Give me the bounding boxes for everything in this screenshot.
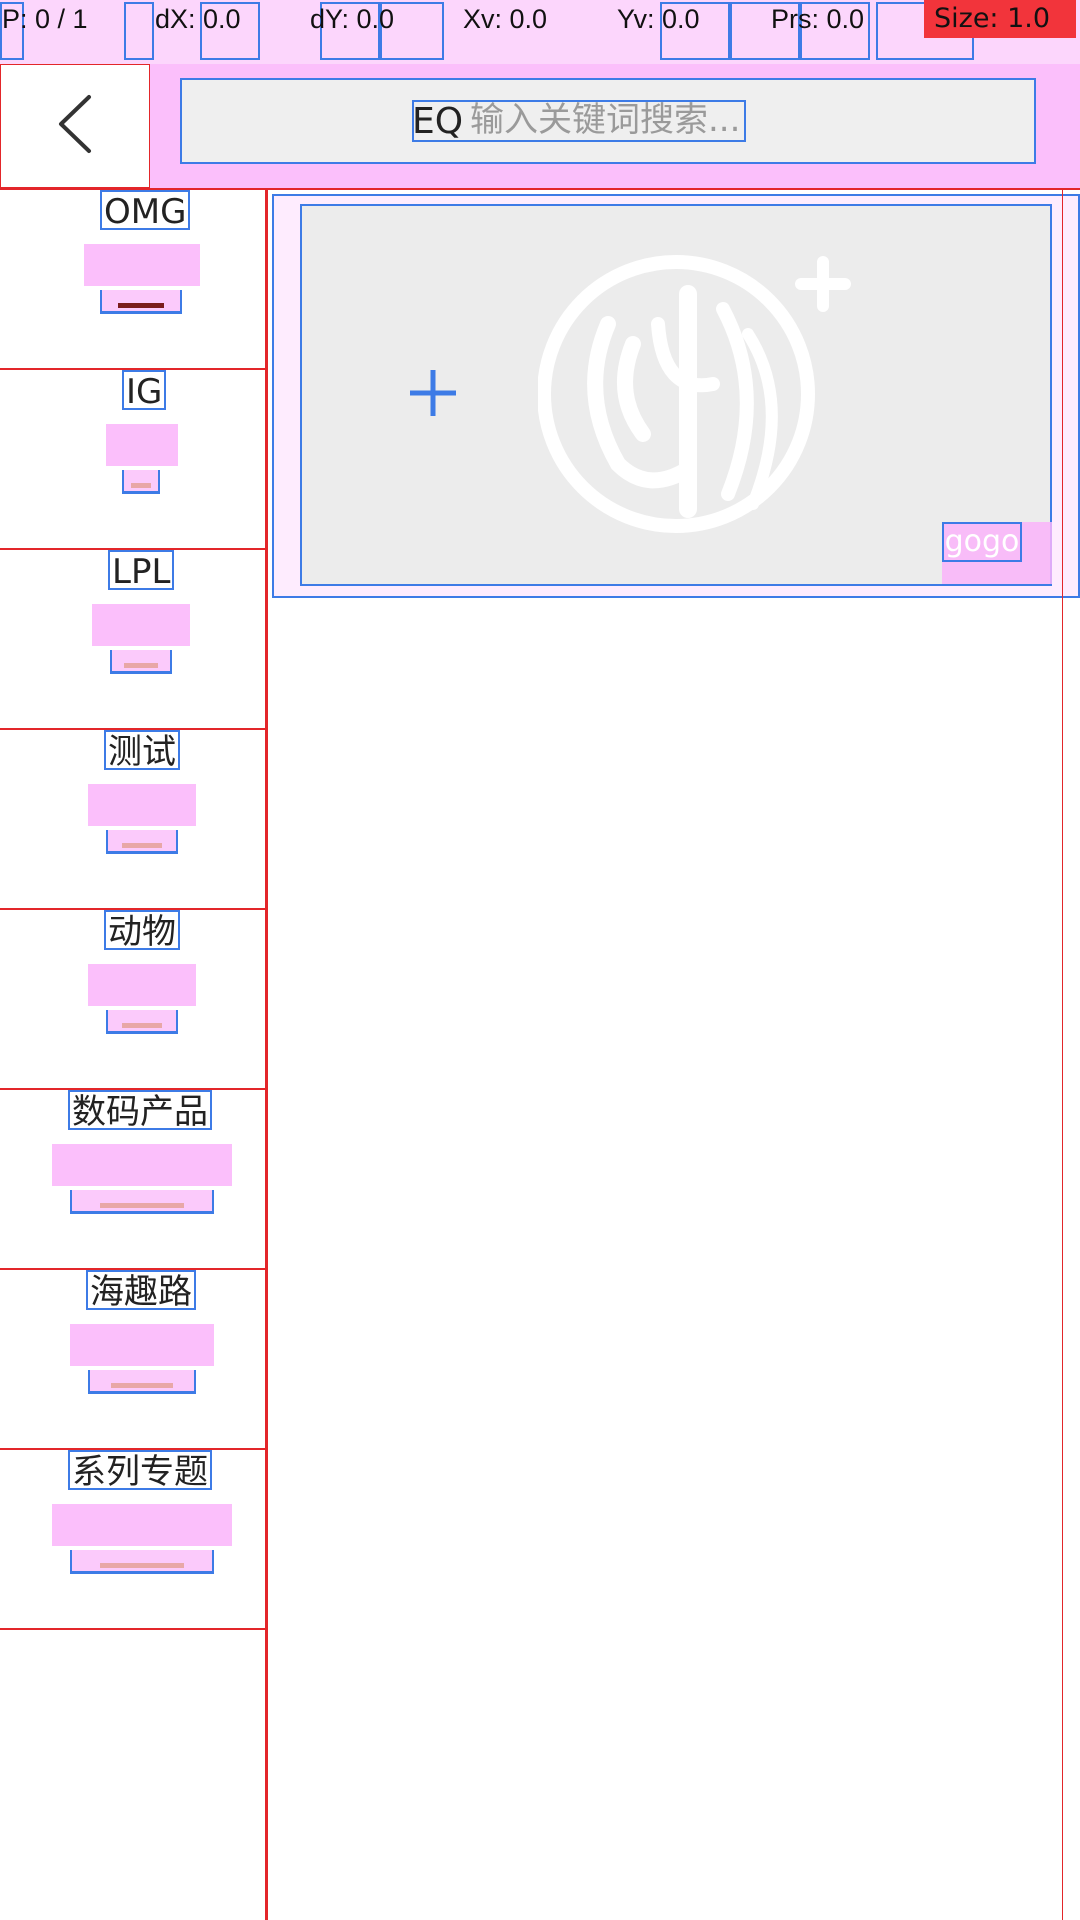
debug-pointer: P: 0 / 1 bbox=[2, 4, 88, 34]
category-label-bg bbox=[88, 964, 196, 1006]
category-item[interactable]: IG bbox=[0, 370, 268, 550]
category-label: 系列专题 bbox=[68, 1450, 212, 1492]
brand-logo bbox=[538, 255, 851, 533]
debug-box bbox=[124, 2, 154, 60]
category-label: LPL bbox=[108, 550, 175, 592]
category-label: IG bbox=[122, 370, 167, 412]
banner-label: gogo bbox=[942, 522, 1022, 562]
debug-dy: dY: 0.0 bbox=[310, 4, 395, 34]
category-label-bg bbox=[106, 424, 178, 466]
debug-size: Size: 1.0 bbox=[924, 0, 1076, 38]
category-item[interactable]: LPL bbox=[0, 550, 268, 730]
category-label-bg bbox=[52, 1504, 232, 1546]
back-button[interactable] bbox=[0, 64, 150, 188]
category-label: 测试 bbox=[104, 730, 180, 772]
category-indicator bbox=[106, 1010, 178, 1034]
category-item[interactable]: 系列专题 bbox=[0, 1450, 268, 1630]
right-edge-guide bbox=[1062, 190, 1080, 1920]
debug-overlay-bar: P: 0 / 1 dX: 0.0 dY: 0.0 Xv: 0.0 Yv: 0.0… bbox=[0, 0, 1080, 64]
category-indicator bbox=[100, 290, 182, 314]
plus-icon[interactable] bbox=[408, 368, 458, 418]
category-label-bg bbox=[52, 1144, 232, 1186]
debug-prs: Prs: 0.0 bbox=[771, 4, 865, 34]
category-indicator bbox=[70, 1550, 214, 1574]
category-item[interactable]: 测试 bbox=[0, 730, 268, 910]
category-indicator bbox=[122, 470, 160, 494]
chevron-left-icon bbox=[59, 95, 91, 153]
category-label: OMG bbox=[100, 190, 191, 232]
category-indicator bbox=[88, 1370, 196, 1394]
category-label: 数码产品 bbox=[68, 1090, 212, 1132]
category-indicator bbox=[70, 1190, 214, 1214]
debug-yv: Yv: 0.0 bbox=[617, 4, 700, 34]
category-label-bg bbox=[92, 604, 190, 646]
category-label-bg bbox=[70, 1324, 214, 1366]
debug-xv: Xv: 0.0 bbox=[463, 4, 548, 34]
category-label: 动物 bbox=[104, 910, 180, 952]
category-item[interactable]: 动物 bbox=[0, 910, 268, 1090]
debug-dx: dX: 0.0 bbox=[155, 4, 241, 34]
category-label: 海趣路 bbox=[86, 1270, 196, 1312]
category-indicator bbox=[110, 650, 172, 674]
search-placeholder: 输入关键词搜索... bbox=[470, 100, 741, 140]
category-item[interactable]: 海趣路 bbox=[0, 1270, 268, 1450]
category-indicator bbox=[106, 830, 178, 854]
search-icon: EQ bbox=[412, 101, 464, 142]
category-item[interactable]: 数码产品 bbox=[0, 1090, 268, 1270]
category-label-bg bbox=[84, 244, 200, 286]
category-sidebar: OMG IG LPL 测试 动物 数码产品 海趣路 系列专题 bbox=[0, 190, 268, 1920]
category-label-bg bbox=[88, 784, 196, 826]
category-item[interactable]: OMG bbox=[0, 190, 268, 370]
